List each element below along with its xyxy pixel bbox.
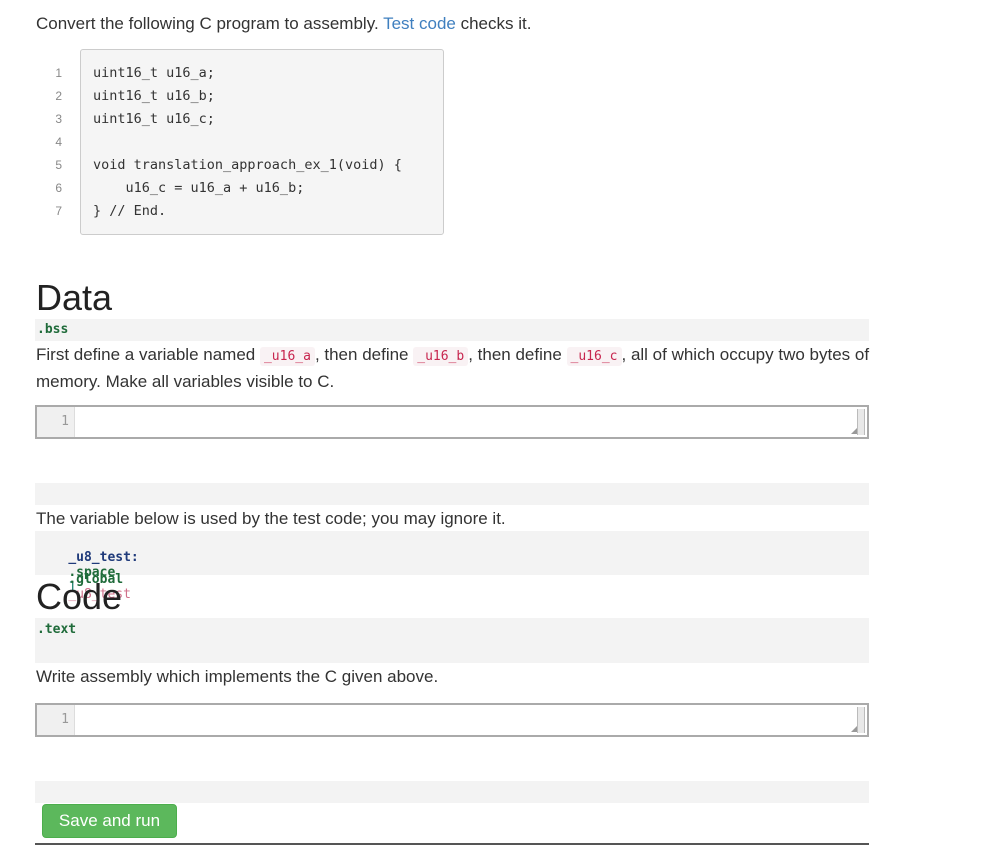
code-line: uint16_t u16_c; — [93, 111, 215, 127]
code-instruction: Write assembly which implements the C gi… — [36, 667, 439, 686]
data-code-editor[interactable]: 1 — [35, 405, 869, 439]
line-number: 3 — [55, 112, 62, 126]
code-heading: Code — [36, 576, 123, 617]
test-code-link[interactable]: Test code — [383, 14, 456, 33]
instruction-text: , then define — [314, 345, 409, 364]
data-heading: Data — [36, 277, 113, 318]
intro-prefix: Convert the following C program to assem… — [36, 14, 379, 33]
code-line: void translation_approach_ex_1(void) { — [93, 157, 402, 173]
editor-scroll-handle[interactable] — [857, 409, 865, 435]
text-directive-band: .text — [35, 618, 869, 663]
c-code-block: uint16_t u16_a; uint16_t u16_b; uint16_t… — [80, 49, 444, 235]
test-variable-block: _u8_test: .space 1 .global _u8_test — [35, 531, 869, 602]
editor-scroll-handle[interactable] — [857, 707, 865, 733]
line-number: 5 — [55, 158, 62, 172]
editor-line-number: 1 — [37, 705, 75, 735]
code-line: } // End. — [93, 203, 167, 219]
variable-name: _u16_c — [566, 347, 622, 366]
variable-name: _u16_a — [259, 347, 315, 366]
bss-directive: .bss — [37, 322, 69, 337]
intro-suffix: checks it. — [460, 14, 532, 33]
variable-name: _u16_b — [413, 347, 469, 366]
code-line: uint16_t u16_a; — [93, 65, 215, 81]
save-and-run-button[interactable]: Save and run — [42, 804, 177, 838]
line-number: 1 — [55, 66, 62, 80]
code-line: u16_c = u16_a + u16_b; — [93, 180, 305, 196]
line-number: 7 — [55, 204, 62, 218]
instruction-text: First define a variable named — [36, 345, 256, 364]
test-variable-note: The variable below is used by the test c… — [36, 509, 506, 528]
code-line: uint16_t u16_b; — [93, 88, 215, 104]
divider — [35, 843, 869, 845]
c-code-line-numbers: 1 2 3 4 5 6 7 — [36, 62, 66, 223]
assembly-code-editor[interactable]: 1 — [35, 703, 869, 737]
instruction-text: , then define — [468, 345, 562, 364]
data-instruction: First define a variable named _u16_a, th… — [36, 342, 870, 394]
line-number: 2 — [55, 89, 62, 103]
line-number: 6 — [55, 181, 62, 195]
empty-code-band — [35, 483, 869, 505]
empty-code-band — [35, 781, 869, 803]
editor-line-number: 1 — [37, 407, 75, 437]
text-directive: .text — [37, 622, 77, 637]
line-number: 4 — [55, 135, 62, 149]
intro-text: Convert the following C program to assem… — [36, 13, 531, 35]
bss-directive-band: .bss — [35, 319, 869, 341]
